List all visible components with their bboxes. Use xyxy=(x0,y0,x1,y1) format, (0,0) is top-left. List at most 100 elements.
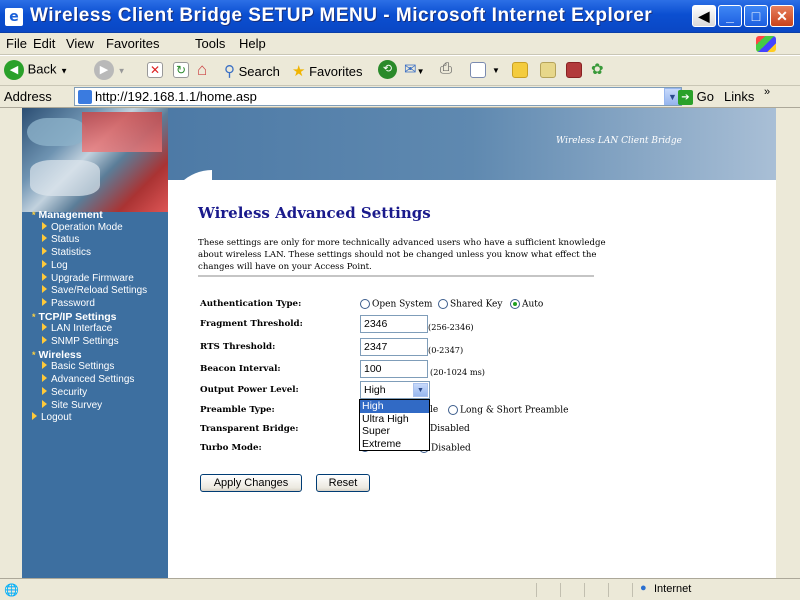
option-super[interactable]: Super xyxy=(360,425,429,438)
forward-arrow-icon: ▶ xyxy=(94,60,114,80)
arrow-bullet-icon xyxy=(42,285,47,294)
edit-button[interactable]: ▼ xyxy=(470,61,500,78)
nav-item-label: Statistics xyxy=(51,247,92,259)
rts-threshold-input[interactable]: 2347 xyxy=(360,338,428,356)
beacon-interval-input[interactable]: 100 xyxy=(360,360,428,378)
msn-button[interactable]: ✿ xyxy=(591,60,604,78)
output-power-dropdown-list[interactable]: High Ultra High Super Extreme xyxy=(359,399,430,451)
edit-dropdown-icon[interactable]: ▼ xyxy=(492,66,500,75)
stop-button[interactable]: ✕ xyxy=(147,61,163,78)
radio-label: Long & Short Preamble xyxy=(460,405,569,416)
option-extreme[interactable]: Extreme xyxy=(360,438,429,451)
auth-auto-radio[interactable]: Auto xyxy=(510,299,543,310)
frag-threshold-input[interactable]: 2346 xyxy=(360,315,428,333)
back-label: Back xyxy=(27,61,57,77)
folder-button[interactable] xyxy=(512,61,528,78)
research-button[interactable] xyxy=(540,61,556,78)
right-frame-gutter xyxy=(776,108,800,578)
menu-help[interactable]: Help xyxy=(239,36,266,51)
star-bullet-icon: * xyxy=(32,210,36,220)
page-content: * Management Operation Mode Status Statis… xyxy=(22,108,776,578)
nav-item-logout[interactable]: Logout xyxy=(32,412,147,425)
nav-group-label: Management xyxy=(38,209,103,221)
nav-group-management[interactable]: * Management xyxy=(32,209,147,222)
nav-item-save-reload[interactable]: Save/Reload Settings xyxy=(32,285,147,298)
nav-menu: * Management Operation Mode Status Statis… xyxy=(32,209,147,425)
menu-edit[interactable]: Edit xyxy=(33,36,55,51)
mail-dropdown-icon[interactable]: ▼ xyxy=(417,67,425,76)
left-nav-panel: * Management Operation Mode Status Statis… xyxy=(22,108,168,578)
menu-favorites[interactable]: Favorites xyxy=(106,36,159,51)
nav-item-security[interactable]: Security xyxy=(32,386,147,400)
maximize-button[interactable]: □ xyxy=(744,5,768,27)
reset-button[interactable]: Reset xyxy=(316,474,370,492)
chevron-down-icon[interactable]: ▼ xyxy=(413,383,428,397)
nav-item-status[interactable]: Status xyxy=(32,234,147,247)
nav-group-wireless[interactable]: * Wireless xyxy=(32,349,147,362)
nav-group-tcpip[interactable]: * TCP/IP Settings xyxy=(32,311,147,324)
arrow-bullet-icon xyxy=(42,374,47,383)
nav-item-label: Save/Reload Settings xyxy=(51,285,148,297)
menu-file[interactable]: File xyxy=(6,36,27,51)
favorites-button[interactable]: ★ Favorites xyxy=(292,62,363,80)
nav-item-site-survey[interactable]: Site Survey xyxy=(32,399,147,413)
radio-label: Auto xyxy=(522,299,544,310)
close-button[interactable]: ✕ xyxy=(770,5,794,27)
go-button[interactable]: ➔ Go xyxy=(678,89,714,106)
nav-item-statistics[interactable]: Statistics xyxy=(32,247,147,260)
title-bar[interactable]: e Wireless Client Bridge SETUP MENU - Mi… xyxy=(0,0,800,33)
arrow-bullet-icon xyxy=(42,259,47,268)
forward-button[interactable]: ▶ ▼ xyxy=(94,60,126,80)
radio-icon xyxy=(448,405,458,415)
back-dropdown-icon[interactable]: ▼ xyxy=(60,66,68,75)
print-button[interactable]: ⎙ xyxy=(440,60,452,77)
nav-item-label: Security xyxy=(51,386,88,398)
arrow-bullet-icon xyxy=(42,386,47,395)
links-chevron-icon[interactable]: » xyxy=(764,86,770,98)
folder-icon xyxy=(512,61,528,78)
page-description: These settings are only for more technic… xyxy=(198,238,606,272)
apply-changes-button[interactable]: Apply Changes xyxy=(200,474,302,492)
msn-butterfly-icon: ✿ xyxy=(591,61,604,78)
transparent-bridge-label: Transparent Bridge: xyxy=(200,424,299,434)
back-arrow-icon: ◀ xyxy=(4,60,24,80)
auth-shared-key-radio[interactable]: Shared Key xyxy=(438,299,502,310)
messenger-button[interactable] xyxy=(566,61,582,78)
nav-item-operation-mode[interactable]: Operation Mode xyxy=(32,221,147,235)
nav-item-lan-interface[interactable]: LAN Interface xyxy=(32,323,147,336)
go-label: Go xyxy=(696,89,714,104)
nav-item-advanced-settings[interactable]: Advanced Settings xyxy=(32,374,147,387)
option-ultra-high[interactable]: Ultra High xyxy=(360,413,429,426)
search-label: Search xyxy=(238,64,280,79)
auth-open-system-radio[interactable]: Open System xyxy=(360,299,432,310)
history-button[interactable]: ⟲ xyxy=(378,60,397,79)
nav-item-snmp-settings[interactable]: SNMP Settings xyxy=(32,336,147,349)
main-panel: Wireless Advanced Settings These setting… xyxy=(198,108,776,578)
home-button[interactable]: ⌂ xyxy=(197,60,207,80)
language-bar-icon[interactable]: ◀ xyxy=(692,5,716,27)
nav-item-label: Advanced Settings xyxy=(51,374,135,386)
rts-threshold-label: RTS Threshold: xyxy=(200,342,276,352)
menu-view[interactable]: View xyxy=(66,36,94,51)
nav-item-upgrade-firmware[interactable]: Upgrade Firmware xyxy=(32,272,147,286)
output-power-select[interactable]: High ▼ xyxy=(360,381,430,399)
nav-item-password[interactable]: Password xyxy=(32,297,147,311)
forward-dropdown-icon[interactable]: ▼ xyxy=(118,66,126,75)
refresh-button[interactable]: ↻ xyxy=(173,61,189,78)
option-high[interactable]: High xyxy=(360,400,429,413)
links-label[interactable]: Links xyxy=(724,89,754,104)
minimize-button[interactable]: _ xyxy=(718,5,742,27)
back-button[interactable]: ◀ Back ▼ xyxy=(4,60,68,80)
nav-item-label: Log xyxy=(51,259,68,271)
search-button[interactable]: ⚲ Search xyxy=(224,62,280,80)
mail-icon: ✉ xyxy=(404,61,417,78)
nav-item-log[interactable]: Log xyxy=(32,259,147,273)
menu-tools[interactable]: Tools xyxy=(195,36,225,51)
nav-group-label: Wireless xyxy=(38,348,82,361)
mail-button[interactable]: ✉▼ xyxy=(404,60,425,78)
ie-app-icon[interactable]: e xyxy=(5,8,23,26)
preamble-long-short-radio[interactable]: Long & Short Preamble xyxy=(448,405,568,416)
bridge-disabled-option[interactable]: Disabled xyxy=(430,424,470,434)
address-input[interactable]: http://192.168.1.1/home.asp ▼ xyxy=(74,87,682,106)
nav-item-basic-settings[interactable]: Basic Settings xyxy=(32,361,147,374)
